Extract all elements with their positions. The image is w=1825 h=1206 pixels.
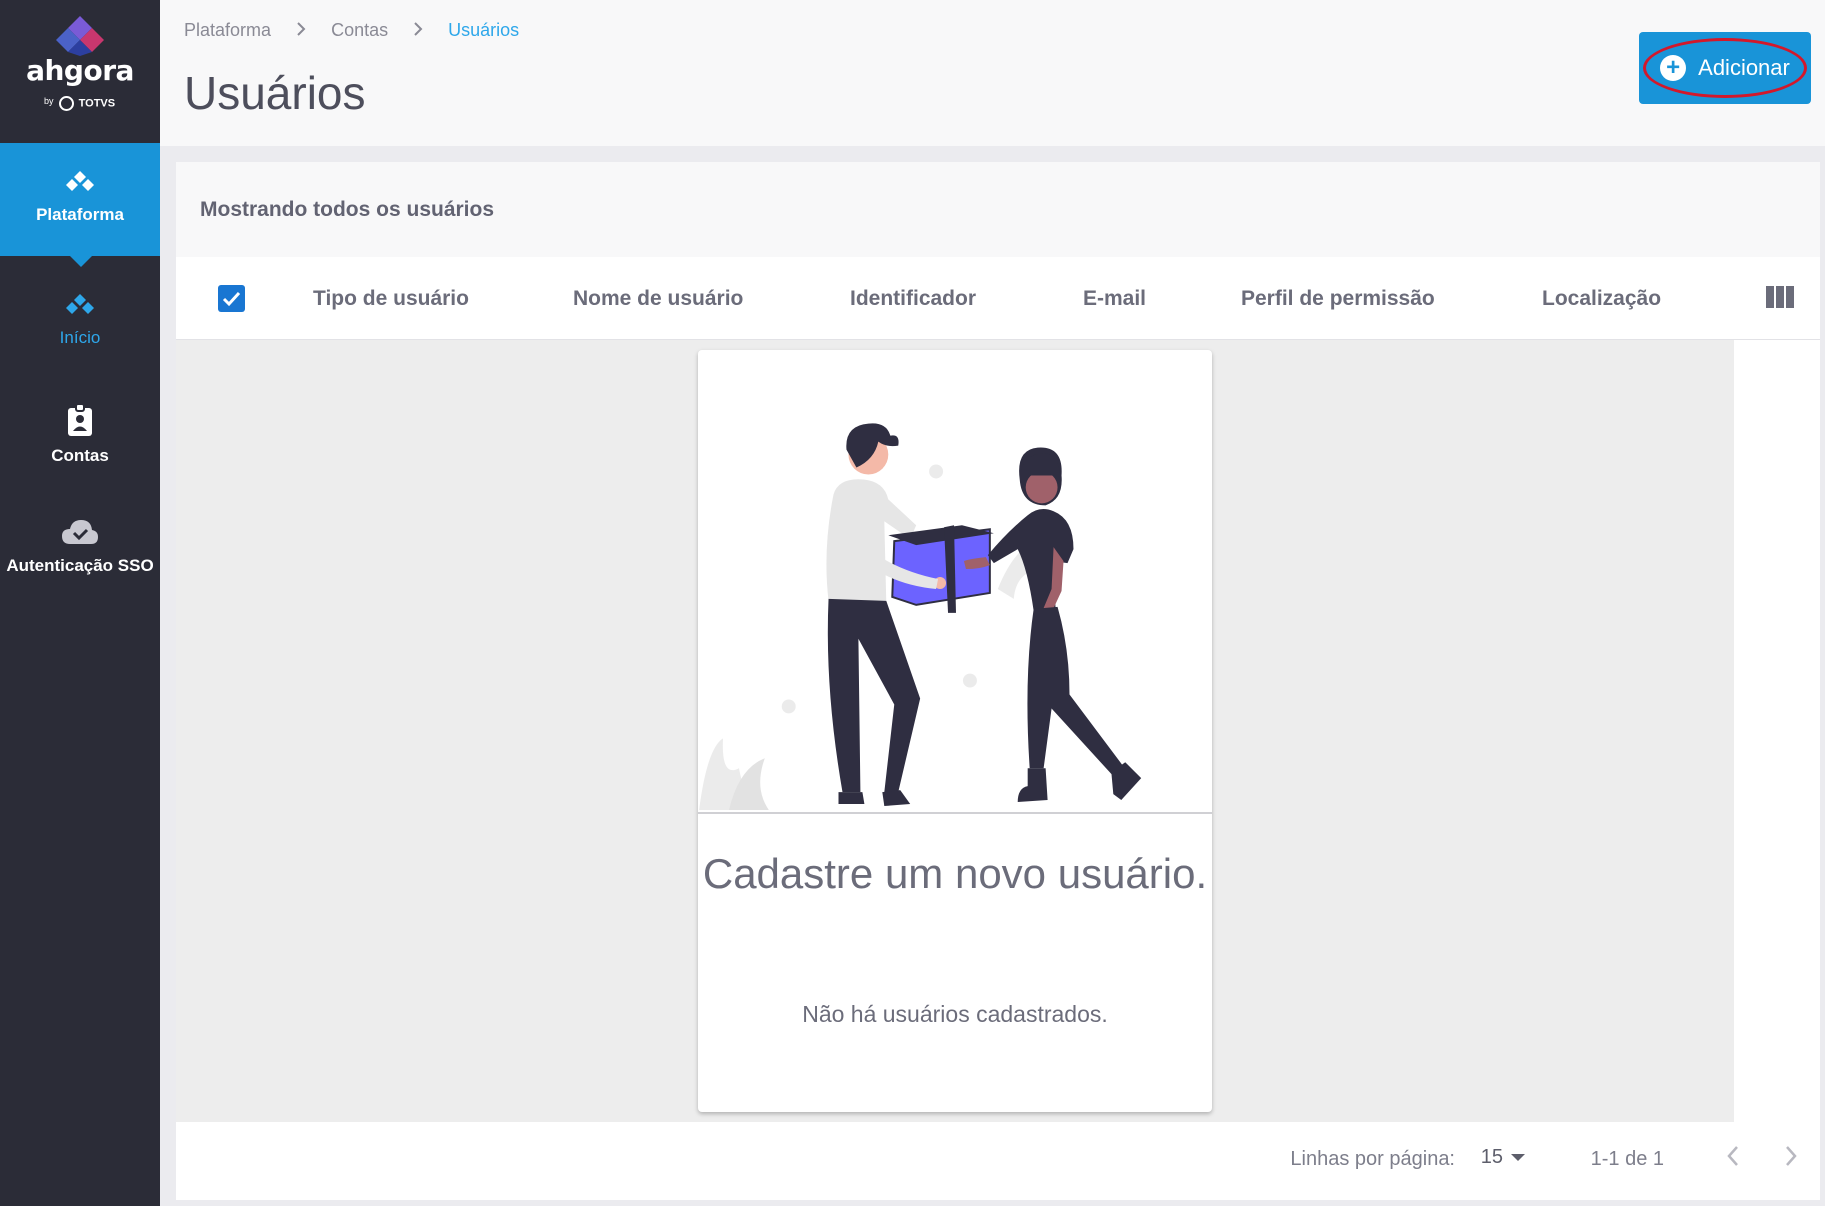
column-identificador[interactable]: Identificador	[850, 257, 976, 340]
totvs-icon	[58, 96, 74, 111]
page-title: Usuários	[184, 67, 366, 119]
add-button[interactable]: + Adicionar	[1639, 32, 1811, 104]
column-localizacao[interactable]: Localização	[1542, 257, 1661, 340]
caret-down-icon	[1511, 1154, 1525, 1162]
sidebar-item-label: Plataforma	[36, 205, 124, 224]
sidebar-item-label: Autenticação SSO	[6, 556, 154, 575]
sidebar-item-label: Contas	[51, 446, 109, 465]
cloud-check-icon	[62, 520, 98, 544]
column-email[interactable]: E-mail	[1083, 257, 1146, 340]
empty-state-message: Não há usuários cadastrados.	[802, 1001, 1108, 1027]
column-nome-de-usuario[interactable]: Nome de usuário	[573, 257, 743, 340]
breadcrumb-contas[interactable]: Contas	[331, 20, 388, 40]
sidebar-item-plataforma[interactable]: Plataforma	[0, 143, 160, 267]
users-panel: Mostrando todos os usuários Tipo de usuá…	[176, 162, 1820, 1200]
ahgora-logo[interactable]: ahgora by TOTVS	[0, 0, 160, 143]
chevron-right-icon	[413, 20, 423, 41]
table-body: Cadastre um novo usuário. Não há usuário…	[176, 340, 1734, 1122]
rows-per-page-label: Linhas por página:	[1290, 1148, 1455, 1170]
empty-state-card: Cadastre um novo usuário. Não há usuário…	[698, 350, 1212, 1112]
columns-icon[interactable]	[1766, 286, 1794, 308]
sidebar-item-autenticacao-sso[interactable]: Autenticação SSO	[0, 518, 160, 576]
sidebar-item-inicio[interactable]: Início	[0, 294, 160, 348]
brand-by: by	[44, 96, 54, 106]
check-icon	[222, 291, 241, 307]
highlight-ring	[1643, 38, 1807, 98]
diamonds-icon	[66, 294, 94, 314]
select-all-checkbox[interactable]	[218, 285, 245, 312]
sidebar-item-label: Início	[59, 328, 101, 347]
panel-subtitle: Mostrando todos os usuários	[176, 162, 1820, 257]
table-header: Tipo de usuário Nome de usuário Identifi…	[176, 257, 1820, 340]
page-header: Plataforma Contas Usuários Usuários + Ad…	[160, 0, 1825, 146]
diamonds-icon	[66, 171, 94, 191]
column-perfil-de-permissao[interactable]: Perfil de permissão	[1241, 257, 1435, 340]
sidebar-item-contas[interactable]: Contas	[0, 404, 160, 466]
brand-name: ahgora	[26, 54, 134, 87]
pagination-bar: Linhas por página: 15 1-1 de 1	[176, 1122, 1820, 1200]
brand-byline: by TOTVS	[44, 96, 115, 111]
chevron-right-icon[interactable]	[1784, 1144, 1798, 1168]
breadcrumb: Plataforma Contas Usuários	[184, 19, 519, 41]
people-giving-box-illustration	[698, 423, 1212, 814]
badge-icon	[68, 404, 92, 436]
breadcrumb-usuarios: Usuários	[448, 19, 520, 40]
pagination-range: 1-1 de 1	[1590, 1148, 1664, 1170]
brand-partner: TOTVS	[78, 97, 116, 110]
chevron-right-icon	[296, 20, 306, 41]
breadcrumb-plataforma[interactable]: Plataforma	[184, 20, 271, 40]
sidebar: ahgora by TOTVS Plataforma Início Contas…	[0, 0, 160, 1206]
rows-per-page-value: 15	[1480, 1146, 1503, 1168]
ahgora-logo-icon	[56, 16, 104, 56]
rows-per-page-select[interactable]: 15	[1481, 1146, 1525, 1169]
chevron-left-icon[interactable]	[1726, 1144, 1740, 1168]
empty-state-title: Cadastre um novo usuário.	[702, 850, 1208, 897]
column-tipo-de-usuario[interactable]: Tipo de usuário	[313, 257, 469, 340]
